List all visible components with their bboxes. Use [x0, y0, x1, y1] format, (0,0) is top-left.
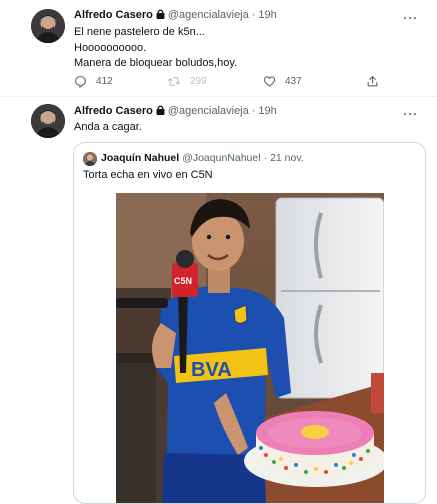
- tweet-text: Anda a cagar.: [74, 120, 142, 136]
- author-name[interactable]: Alfredo Casero: [74, 9, 153, 21]
- tweet-time[interactable]: 19h: [258, 105, 276, 117]
- tweet[interactable]: Alfredo Casero @agencialavieja · 19h Anda a…: [0, 97, 437, 504]
- tweet-text-line: Manera de bloquear boludos,hoy.: [74, 57, 238, 69]
- jersey-text: BVA: [191, 359, 232, 381]
- reply-button[interactable]: 412: [74, 73, 113, 89]
- reply-icon: [75, 75, 86, 88]
- retweet-icon: [168, 76, 180, 86]
- tweet[interactable]: Alfredo Casero @agencialavieja · 19h El nen…: [0, 0, 437, 97]
- tweet-time[interactable]: 19h: [258, 9, 276, 21]
- tweet-text-line: Hoooooooooo.: [74, 41, 147, 54]
- tweet-text: El nene pastelero de k5n... Hoooooooooo.…: [74, 25, 237, 72]
- quoted-tweet[interactable]: Joaquín Nahuel @JoaqunNahuel · 21 nov. Tort…: [73, 142, 426, 504]
- like-button[interactable]: 437: [263, 73, 302, 89]
- quote-avatar[interactable]: [83, 152, 97, 166]
- tweet-header: Alfredo Casero @agencialavieja · 19h: [74, 9, 277, 22]
- share-icon: [367, 75, 378, 86]
- retweet-button[interactable]: 299: [167, 73, 207, 89]
- avatar[interactable]: [31, 9, 65, 43]
- like-count: 437: [285, 75, 302, 87]
- tweet-actions: 412 299 437: [74, 73, 404, 89]
- lock-icon: [156, 105, 165, 118]
- quote-author-handle[interactable]: @JoaqunNahuel: [182, 152, 260, 164]
- tweet-text-line: El nene pastelero de k5n...: [74, 26, 205, 38]
- more-dots-icon[interactable]: [403, 13, 417, 23]
- retweet-count: 299: [190, 75, 207, 87]
- share-button[interactable]: [366, 73, 379, 89]
- author-handle[interactable]: @agencialavieja: [168, 9, 249, 21]
- avatar[interactable]: [31, 104, 65, 138]
- quote-header: Joaquín Nahuel @JoaqunNahuel · 21 nov.: [101, 152, 304, 164]
- quote-date[interactable]: 21 nov.: [270, 152, 304, 164]
- heart-icon: [263, 75, 276, 87]
- tweet-text-line: Anda a cagar.: [74, 121, 142, 133]
- author-handle[interactable]: @agencialavieja: [168, 105, 249, 117]
- mic-flag-text: C5N: [174, 276, 192, 286]
- lock-icon: [156, 9, 165, 22]
- reply-count: 412: [96, 75, 113, 87]
- more-dots-icon[interactable]: [403, 109, 417, 119]
- quote-photo[interactable]: BVA C5N: [116, 193, 384, 503]
- quote-author-name[interactable]: Joaquín Nahuel: [101, 152, 179, 164]
- quote-text: Torta echa en vivo en C5N: [83, 169, 213, 181]
- author-name[interactable]: Alfredo Casero: [74, 105, 153, 117]
- tweet-header: Alfredo Casero @agencialavieja · 19h: [74, 105, 277, 118]
